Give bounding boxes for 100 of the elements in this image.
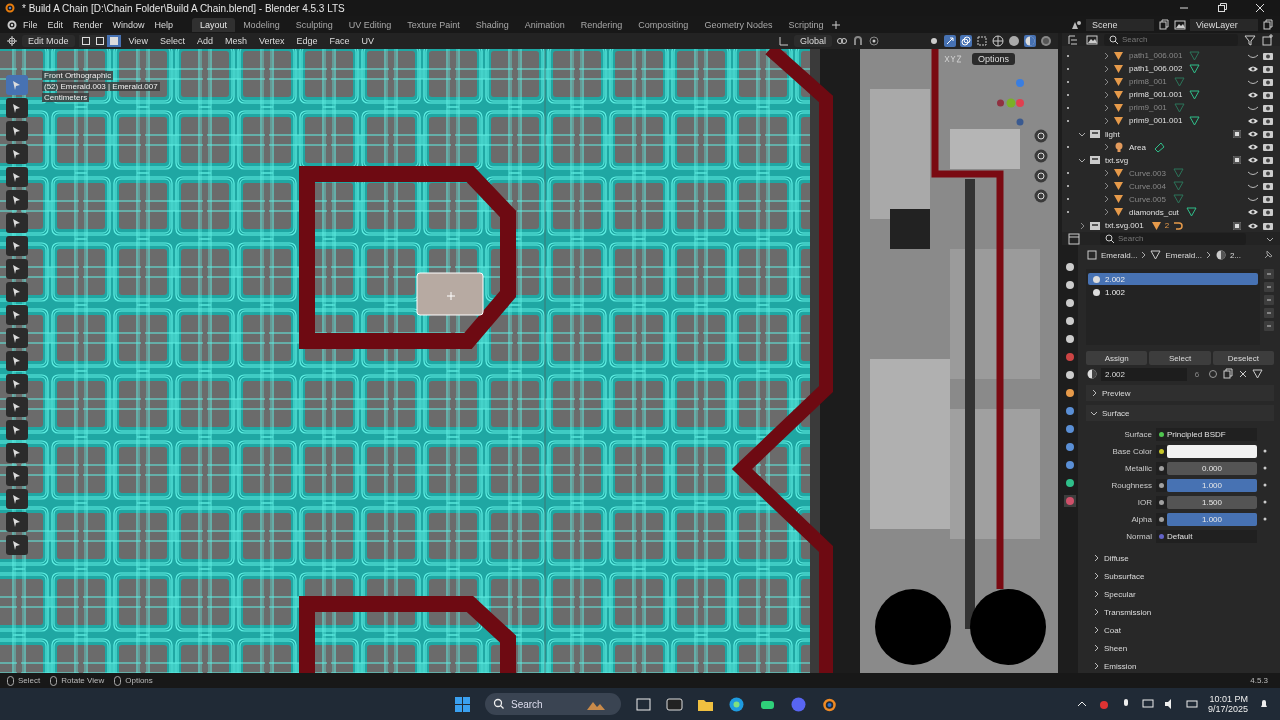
chevron-right-icon[interactable] (1092, 608, 1100, 616)
wireframe-shading-icon[interactable] (992, 35, 1004, 47)
browser-icon[interactable] (728, 695, 745, 713)
menu-item[interactable]: Face (325, 36, 354, 46)
display-mode-icon[interactable] (1068, 33, 1080, 46)
workspace-tab[interactable]: Compositing (630, 17, 697, 32)
chevron-right-icon[interactable] (1092, 626, 1100, 634)
material-slot[interactable]: 2.002 (1088, 273, 1258, 285)
unlink-icon[interactable] (1237, 368, 1249, 380)
menu-item[interactable]: Mesh (220, 36, 251, 46)
workspace-tab[interactable]: Sculpting (287, 17, 341, 32)
tool-button[interactable] (6, 121, 28, 141)
chevron-right-icon[interactable] (1090, 389, 1098, 397)
restore-icon[interactable] (1216, 2, 1228, 14)
panel-header[interactable]: Sheen (1104, 643, 1128, 653)
menu-item[interactable]: Render (68, 19, 108, 30)
orientation-dropdown[interactable]: Global (794, 35, 832, 47)
material-button[interactable]: Deselect (1212, 351, 1274, 365)
workspace-tab[interactable]: Texture Paint (399, 17, 468, 32)
value-slider[interactable]: 0.000 (1167, 461, 1257, 475)
tool-button[interactable] (6, 351, 28, 371)
menu-item[interactable]: Edit (42, 19, 69, 30)
workspace-tab[interactable]: Modeling (235, 17, 288, 32)
fake-user-icon[interactable] (1207, 368, 1219, 380)
chevron-right-icon[interactable] (1102, 143, 1110, 152)
chevron-down-icon[interactable] (1078, 130, 1086, 138)
copy-icon[interactable] (1262, 18, 1274, 31)
panel-header[interactable]: Transmission (1104, 607, 1152, 617)
panel-header[interactable]: Surface (1102, 408, 1130, 418)
menu-item[interactable]: Help (149, 19, 179, 30)
outliner-item[interactable]: path1_006.001 (1129, 51, 1183, 61)
solid-shading-icon[interactable] (1008, 35, 1020, 47)
search-field[interactable]: Search (1100, 232, 1246, 245)
chevron-right-icon[interactable] (1092, 590, 1100, 598)
material-shading-icon[interactable] (1024, 35, 1036, 47)
tool-button[interactable] (6, 282, 28, 302)
panel-header[interactable]: Specular (1104, 589, 1136, 599)
tool-button[interactable] (6, 397, 28, 417)
node-link-field[interactable]: Default (1167, 531, 1193, 541)
editor-type-icon[interactable] (6, 35, 18, 47)
menu-item[interactable]: Select (155, 36, 189, 46)
chevron-down-icon[interactable] (1078, 156, 1086, 165)
outliner-item[interactable]: prim8_001.001 (1129, 90, 1183, 100)
panel-header[interactable]: Diffuse (1104, 553, 1129, 563)
outliner-item[interactable]: Curve.003 (1129, 168, 1166, 178)
view-layer-field[interactable]: ViewLayer (1190, 18, 1258, 31)
pin-icon[interactable] (1262, 249, 1274, 261)
menu-item[interactable]: Vertex (254, 36, 289, 46)
checkbox[interactable] (1233, 130, 1241, 138)
proportional-edit-icon[interactable] (868, 35, 880, 47)
menu-item[interactable]: Add (192, 36, 217, 46)
outliner-item[interactable]: light (1105, 129, 1120, 139)
keyframe-dot-icon[interactable] (1263, 449, 1267, 453)
tool-button[interactable] (6, 535, 28, 555)
outliner-item[interactable]: txt.svg.001 (1105, 221, 1144, 231)
tool-button[interactable] (6, 374, 28, 394)
menu-item[interactable]: Edge (292, 36, 322, 46)
outliner-item[interactable]: txt.svg (1105, 155, 1129, 165)
value-slider[interactable]: 1.000 (1167, 478, 1257, 492)
socket-dot[interactable] (1159, 516, 1164, 522)
remove-icon[interactable] (1264, 282, 1274, 292)
task-view-icon[interactable] (635, 695, 652, 713)
material-name-field[interactable]: 2.002 (1101, 367, 1187, 381)
panel-header[interactable]: Subsurface (1104, 571, 1145, 581)
windows-start-icon[interactable] (454, 695, 471, 713)
options-dropdown[interactable]: Options (972, 53, 1016, 65)
menu-item[interactable]: View (124, 36, 152, 46)
outliner-item[interactable]: prim9_001 (1129, 103, 1167, 113)
clock-time[interactable]: 10:01 PM (1209, 694, 1248, 704)
chevron-right-icon[interactable] (1092, 554, 1100, 562)
menu-item[interactable]: Window (107, 19, 150, 30)
workspace-tab[interactable]: Rendering (572, 17, 631, 32)
tool-button[interactable] (6, 420, 28, 440)
tool-button[interactable] (6, 98, 28, 118)
menu-item[interactable]: UV (357, 36, 378, 46)
outliner-item[interactable]: prim9_001.001 (1129, 116, 1183, 126)
image-icon[interactable] (1174, 18, 1186, 31)
tool-button[interactable] (6, 190, 28, 210)
clock-date[interactable]: 9/17/2025 (1207, 704, 1248, 714)
editor-type-icon[interactable] (1068, 232, 1080, 245)
snap-icon[interactable] (852, 35, 864, 47)
tool-button[interactable] (6, 259, 28, 279)
mode-dropdown[interactable]: Edit Mode (22, 35, 75, 47)
keyframe-dot-icon[interactable] (1263, 500, 1267, 504)
keyframe-dot-icon[interactable] (1263, 517, 1267, 521)
tool-button[interactable] (6, 236, 28, 256)
outliner-item[interactable]: Curve.005 (1129, 194, 1166, 204)
outliner-item[interactable]: prim8_001 (1129, 77, 1167, 87)
checkbox[interactable] (1233, 156, 1241, 165)
panel-header[interactable]: Preview (1102, 388, 1131, 398)
link-icon[interactable] (836, 35, 848, 47)
material-button[interactable]: Assign (1086, 351, 1148, 365)
search-field[interactable]: Search (1104, 33, 1238, 46)
outliner-item[interactable]: Area (1129, 142, 1146, 152)
chevron-right-icon[interactable] (1092, 644, 1100, 652)
keyframe-dot-icon[interactable] (1263, 483, 1267, 487)
select-mode-button[interactable] (78, 35, 93, 47)
notification-icon[interactable] (1258, 698, 1270, 710)
tool-button[interactable] (6, 305, 28, 325)
tool-button[interactable] (6, 489, 28, 509)
